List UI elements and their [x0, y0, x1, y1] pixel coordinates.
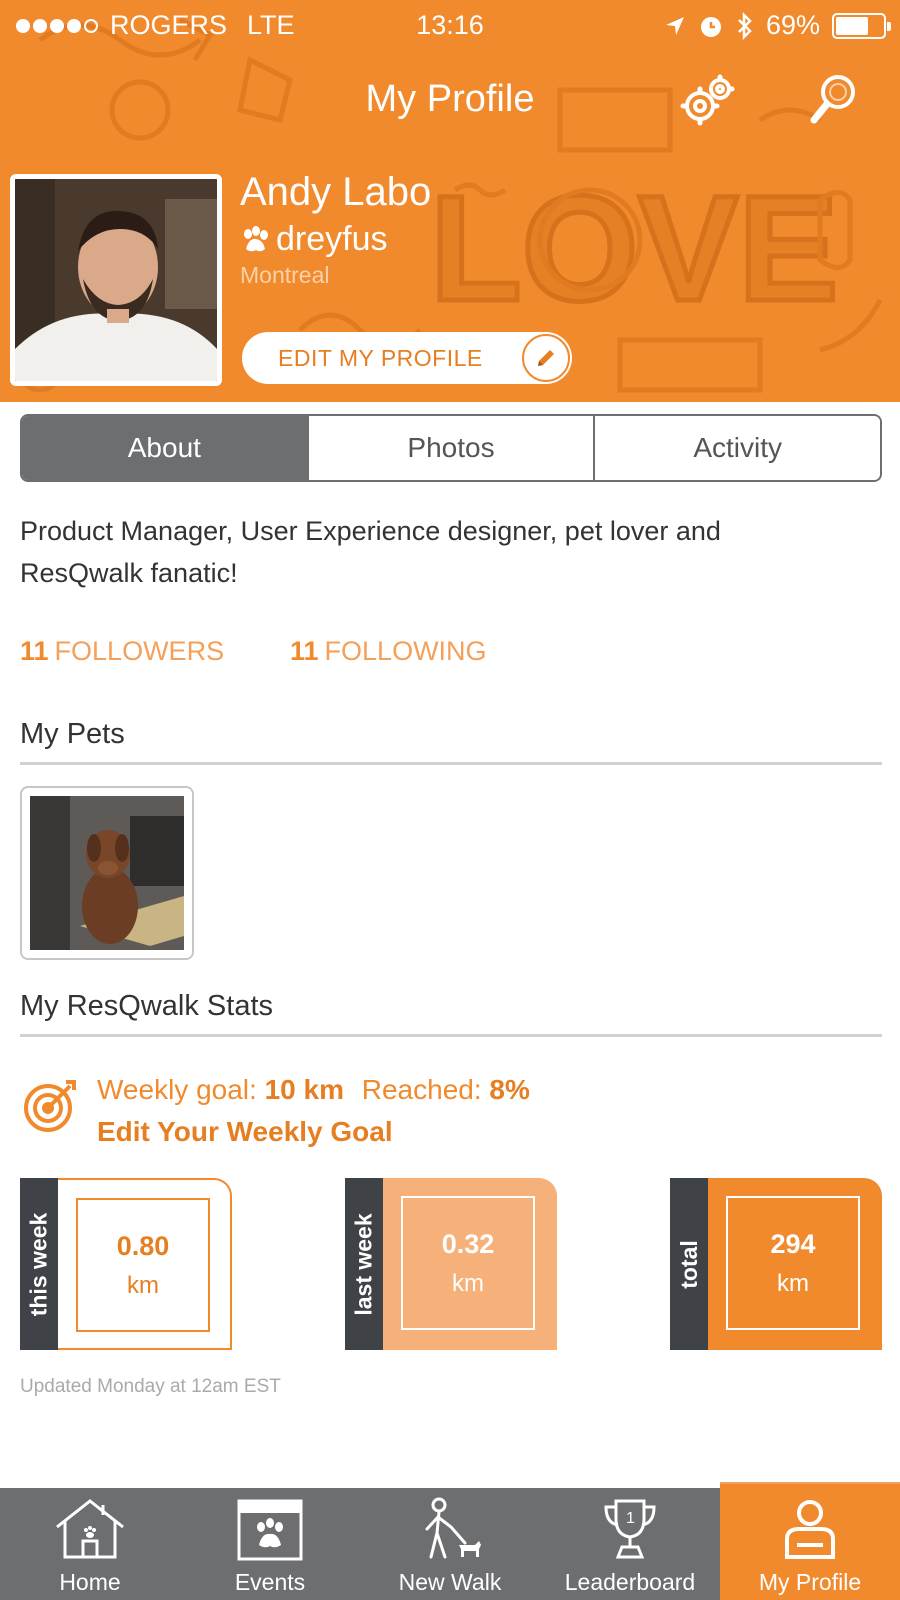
pet-photo — [30, 796, 184, 950]
followers-link[interactable]: 11 FOLLOWERS — [20, 636, 224, 667]
profile-name: Andy Labo — [240, 170, 432, 214]
status-right: 69% — [664, 10, 891, 41]
tab-photos[interactable]: Photos — [306, 416, 594, 480]
nav-my-profile[interactable]: My Profile — [720, 1482, 900, 1600]
stat-label: total — [675, 1239, 702, 1289]
followers-label: FOLLOWERS — [54, 636, 225, 666]
house-icon — [56, 1499, 124, 1559]
svg-text:LOVE: LOVE — [430, 164, 838, 332]
stat-card-last-week: last week 0.32 km — [345, 1178, 557, 1350]
profile-city: Montreal — [240, 262, 330, 288]
stats-heading: My ResQwalk Stats — [20, 990, 273, 1022]
reached-label: Reached: — [361, 1074, 482, 1105]
nav-leaderboard[interactable]: 1 Leaderboard — [540, 1488, 720, 1600]
stats-updated-note: Updated Monday at 12am EST — [20, 1376, 281, 1397]
nav-label: My Profile — [758, 1569, 862, 1595]
section-divider — [20, 1034, 882, 1037]
avatar-photo — [15, 179, 217, 381]
stat-label: this week — [25, 1212, 52, 1316]
person-icon — [785, 1500, 835, 1559]
location-arrow-icon — [665, 16, 684, 35]
walker-dog-icon — [425, 1497, 481, 1559]
followers-count: 11 — [20, 636, 49, 666]
page-title: My Profile — [365, 78, 535, 120]
search-icon[interactable] — [808, 72, 860, 128]
tab-activity[interactable]: Activity — [593, 416, 880, 480]
battery-percent: 69% — [765, 10, 820, 40]
alarm-clock-icon — [700, 16, 721, 37]
edit-weekly-goal-link[interactable]: Edit Your Weekly Goal — [97, 1116, 393, 1148]
paw-icon — [244, 225, 268, 251]
profile-avatar[interactable] — [10, 174, 222, 386]
nav-events[interactable]: Events — [180, 1488, 360, 1600]
following-label: FOLLOWING — [324, 636, 487, 666]
stat-card-this-week: this week 0.80 km — [20, 1178, 232, 1350]
stat-unit: km — [127, 1271, 159, 1299]
nav-label: Events — [234, 1569, 306, 1595]
nav-label: Home — [59, 1569, 121, 1595]
trophy-icon: 1 — [604, 1499, 656, 1559]
battery-icon — [832, 12, 891, 39]
my-pets-heading: My Pets — [20, 718, 125, 750]
bluetooth-icon — [738, 11, 752, 40]
stat-value: 0.32 — [441, 1228, 495, 1259]
following-link[interactable]: 11 FOLLOWING — [290, 636, 487, 667]
stat-unit: km — [452, 1269, 484, 1297]
profile-pet-handle[interactable]: dreyfus — [240, 220, 388, 259]
edit-profile-label: EDIT MY PROFILE — [278, 344, 483, 371]
profile-tabs: About Photos Activity — [20, 414, 882, 482]
nav-home[interactable]: Home — [0, 1488, 180, 1600]
pet-thumbnail[interactable] — [20, 786, 194, 960]
pet-handle-label: dreyfus — [276, 220, 388, 258]
gears-icon[interactable] — [678, 74, 736, 130]
nav-label: Leaderboard — [564, 1569, 696, 1595]
stat-value: 294 — [770, 1228, 816, 1259]
profile-bio: Product Manager, User Experience designe… — [20, 510, 880, 594]
bottom-tab-bar: Home Events New Walk 1 Leaderboard My Pr… — [0, 1482, 900, 1600]
following-count: 11 — [290, 636, 319, 666]
section-divider — [20, 762, 882, 765]
profile-header: LOVE ROGERS LTE 13:16 69% My Profile And… — [0, 0, 900, 402]
stat-label: last week — [350, 1212, 377, 1316]
goal-value: 10 km — [264, 1074, 344, 1105]
bio-line-1: Product Manager, User Experience designe… — [20, 516, 721, 546]
stat-value: 0.80 — [116, 1230, 170, 1261]
target-icon — [24, 1080, 76, 1132]
weekly-goal-summary: Weekly goal: 10 km Reached: 8% — [97, 1074, 530, 1106]
reached-value: 8% — [489, 1074, 530, 1105]
bio-line-2: ResQwalk fanatic! — [20, 558, 238, 588]
stat-card-total: total 294 km — [670, 1178, 882, 1350]
status-bar: ROGERS LTE 13:16 69% — [0, 0, 900, 50]
nav-new-walk[interactable]: New Walk — [360, 1488, 540, 1600]
nav-label: New Walk — [398, 1569, 502, 1595]
edit-profile-button[interactable]: EDIT MY PROFILE — [242, 332, 572, 384]
goal-label: Weekly goal: — [97, 1074, 257, 1105]
svg-text:1: 1 — [626, 1510, 635, 1527]
pencil-icon — [522, 334, 570, 382]
stat-unit: km — [777, 1269, 809, 1297]
tab-about[interactable]: About — [22, 416, 307, 480]
calendar-paw-icon — [237, 1499, 303, 1561]
